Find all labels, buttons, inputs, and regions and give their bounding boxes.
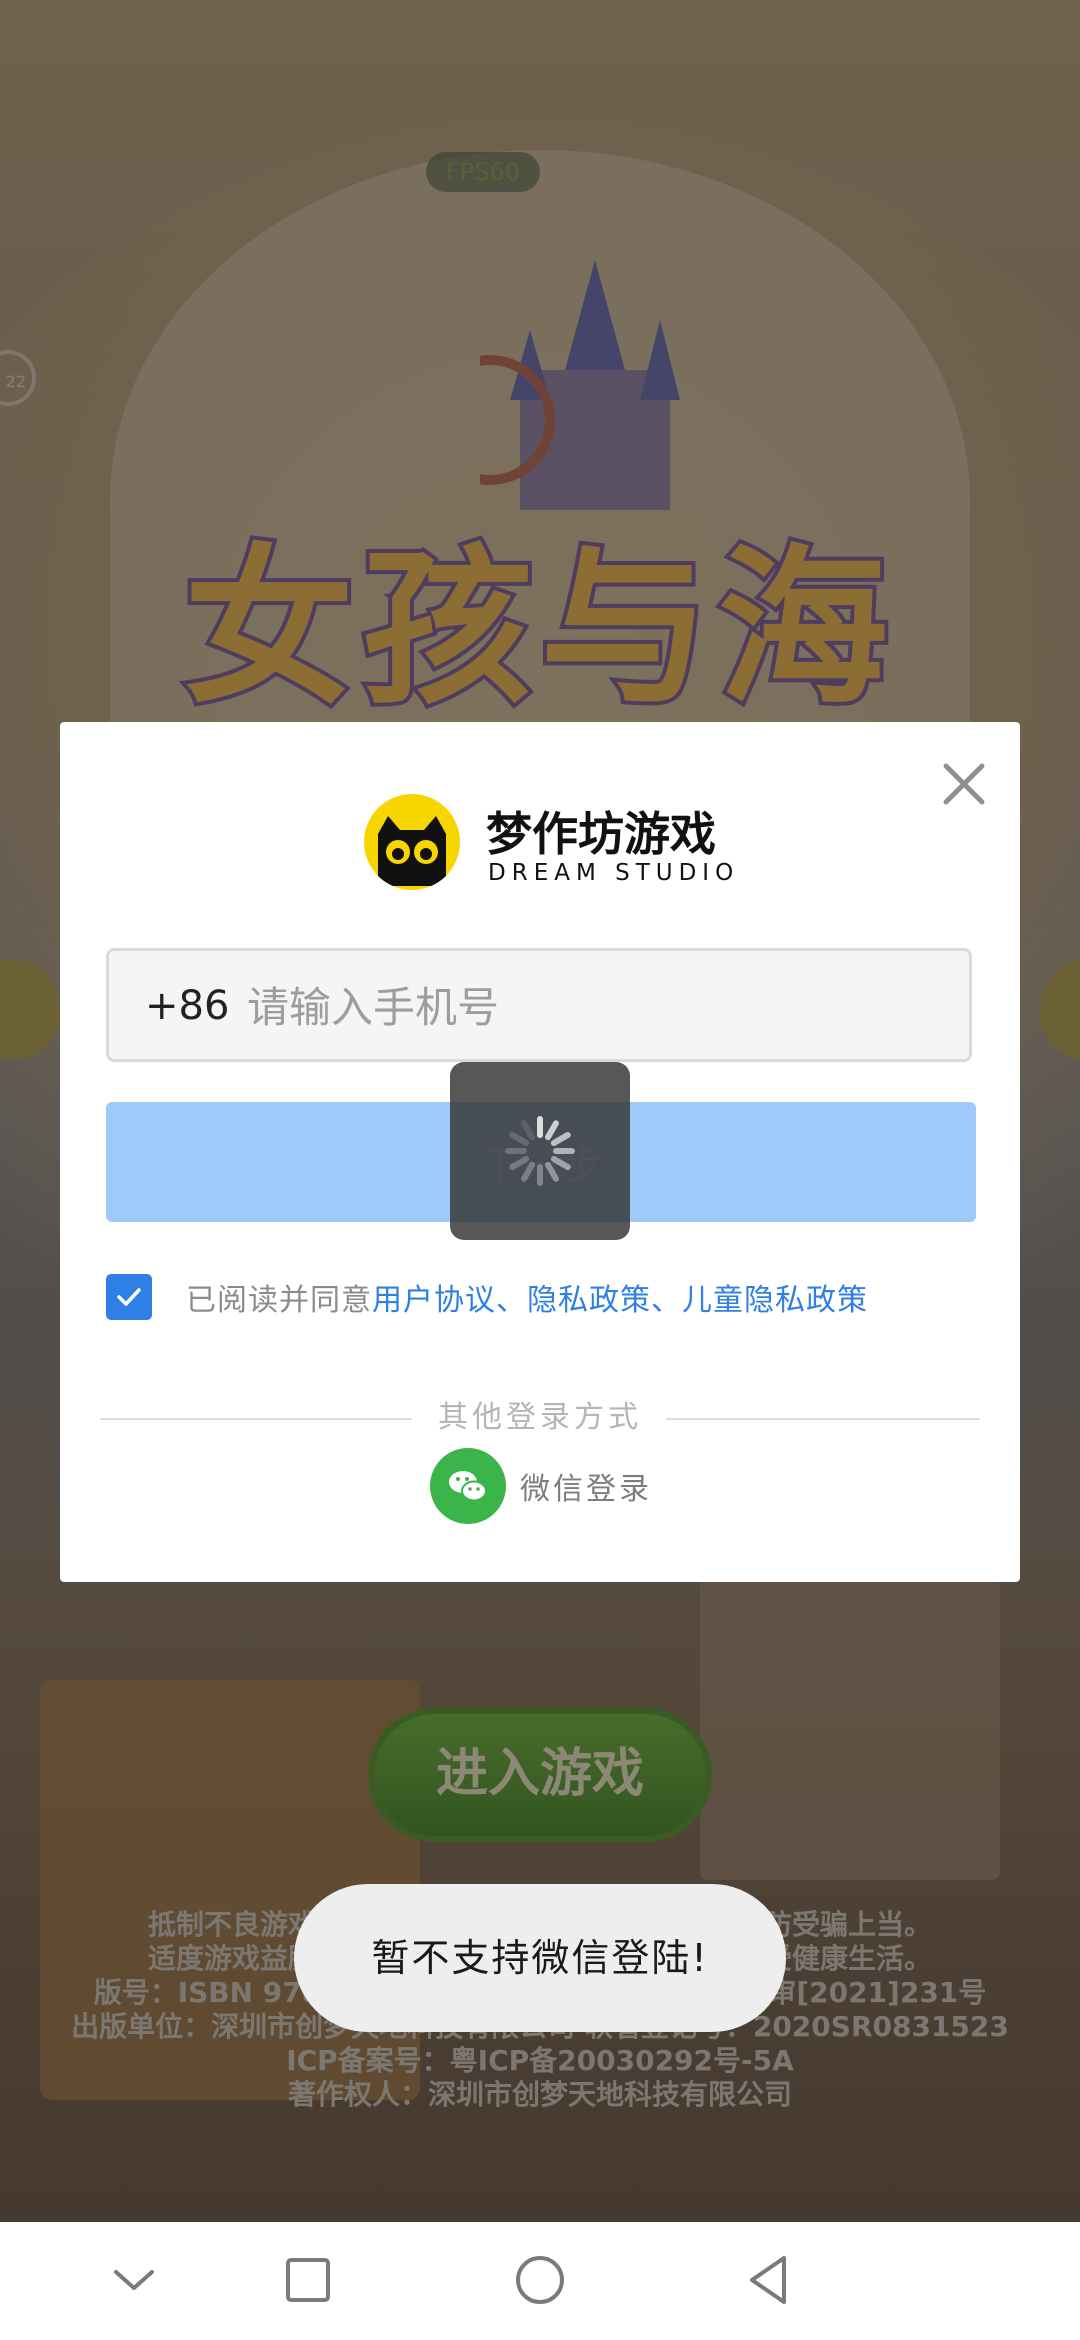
circle-icon[interactable]: [504, 2244, 576, 2316]
cat-logo-icon: [364, 794, 460, 890]
triangle-back-icon[interactable]: [734, 2244, 806, 2316]
wechat-icon: [430, 1448, 506, 1524]
phone-field[interactable]: +86: [106, 948, 972, 1062]
child-privacy-policy-link[interactable]: 儿童隐私政策: [682, 1283, 868, 1318]
brand-name: 梦作坊游戏: [486, 807, 716, 861]
user-agreement-link[interactable]: 用户协议: [372, 1283, 496, 1318]
square-icon[interactable]: [272, 2244, 344, 2316]
brand-subtitle: DREAM STUDIO: [488, 860, 740, 886]
spinner-icon: [505, 1116, 575, 1186]
wechat-login-button[interactable]: 微信登录: [430, 1448, 652, 1524]
agreement-row: 已阅读并同意用户协议、隐私政策、儿童隐私政策: [106, 1272, 868, 1322]
brand-logo: 梦作坊游戏 DREAM STUDIO: [364, 790, 733, 890]
agreement-separator: 、: [651, 1283, 682, 1318]
other-methods-divider: 其他登录方式: [100, 1398, 980, 1438]
toast-message: 暂不支持微信登陆!: [294, 1884, 786, 2032]
agreement-separator: 、: [496, 1283, 527, 1318]
loading-indicator: [450, 1062, 630, 1240]
privacy-policy-link[interactable]: 隐私政策: [527, 1283, 651, 1318]
agreement-prefix: 已阅读并同意: [186, 1283, 372, 1318]
chevron-down-icon[interactable]: [98, 2244, 170, 2316]
wechat-login-label: 微信登录: [520, 1472, 652, 1507]
phone-input[interactable]: [245, 969, 949, 1045]
country-code[interactable]: +86: [145, 951, 229, 1061]
agreement-checkbox[interactable]: [106, 1274, 152, 1320]
close-icon[interactable]: [936, 756, 992, 812]
system-navigation-bar: [0, 2222, 1080, 2340]
agreement-text: 已阅读并同意用户协议、隐私政策、儿童隐私政策: [186, 1275, 868, 1319]
divider-line: [666, 1418, 980, 1420]
check-icon: [117, 1288, 141, 1306]
